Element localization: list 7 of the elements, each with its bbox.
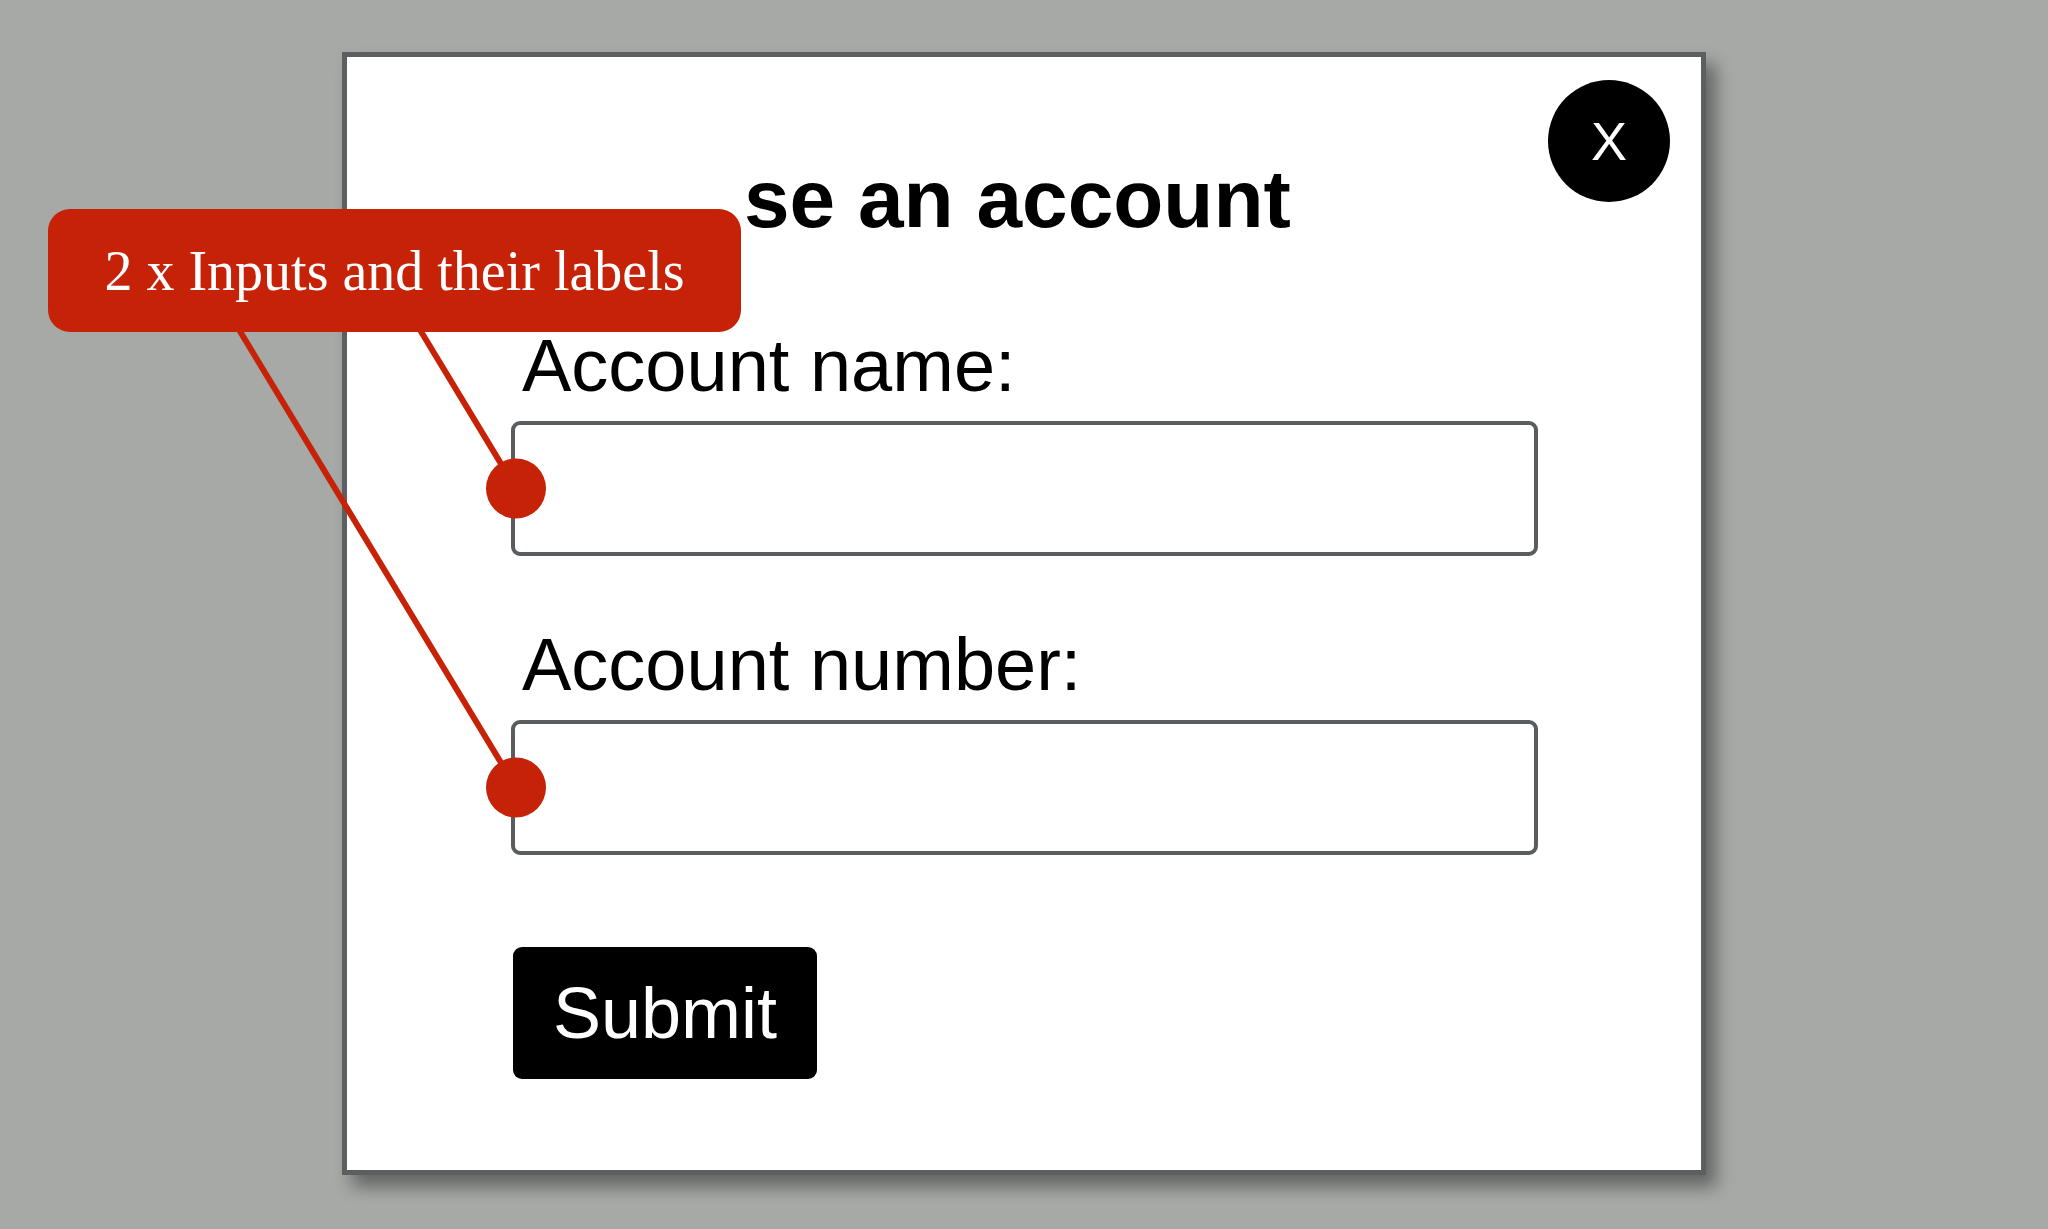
- field-label: Account number:: [522, 622, 1082, 707]
- dialog-title: se an account: [744, 152, 1291, 246]
- submit-button[interactable]: Submit: [513, 947, 817, 1079]
- callout-label: 2 x Inputs and their labels: [48, 209, 741, 332]
- input-field[interactable]: [511, 720, 1538, 855]
- close-button[interactable]: X: [1548, 80, 1670, 202]
- input-field[interactable]: [511, 421, 1538, 556]
